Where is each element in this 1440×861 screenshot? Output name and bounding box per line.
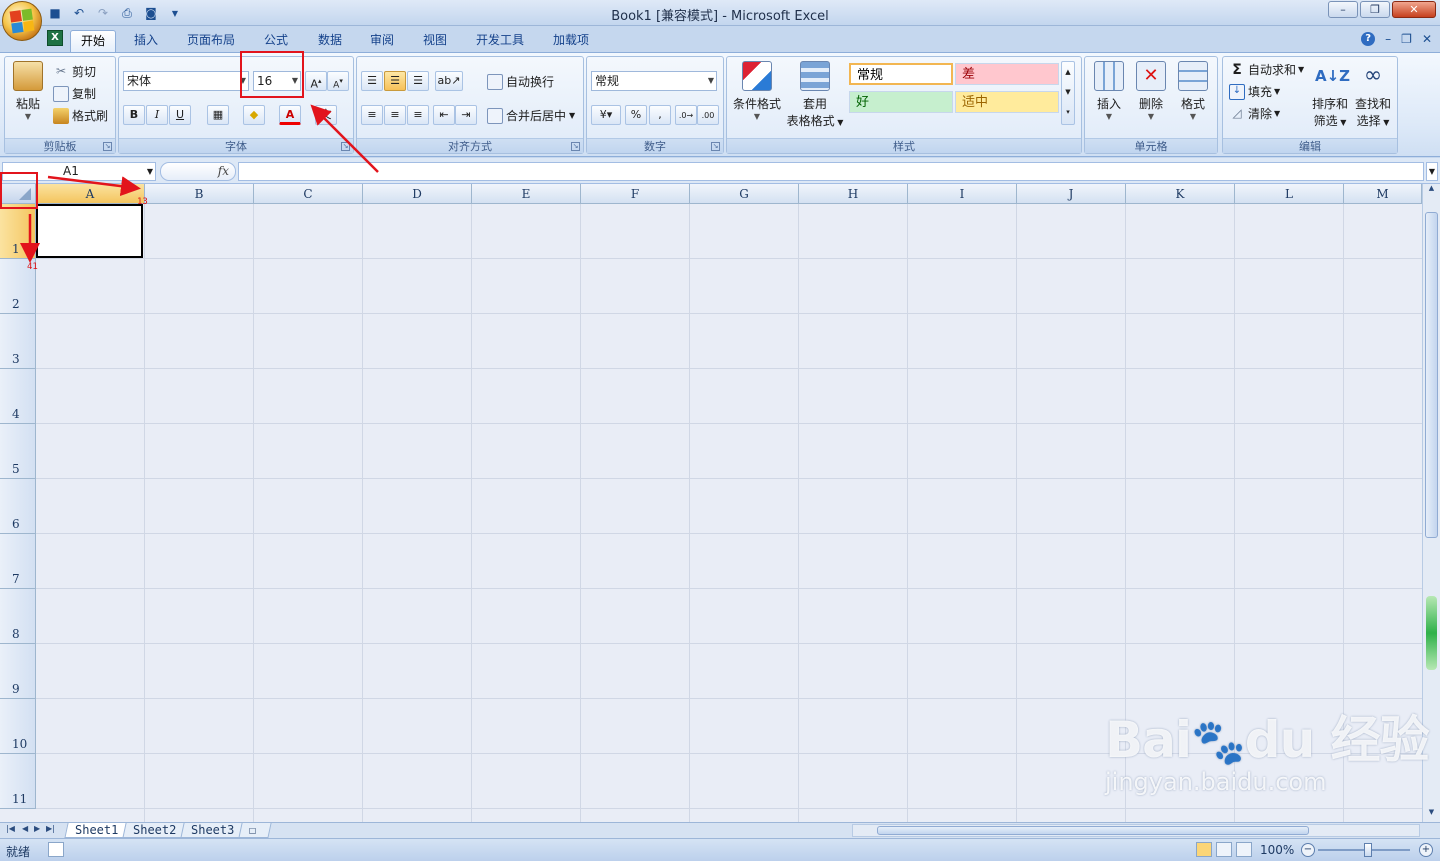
office-logo-icon (9, 8, 35, 34)
arrow-column-width (47, 175, 141, 197)
office-button[interactable] (2, 1, 42, 41)
arrow-to-font-size (310, 104, 379, 173)
baidu-jingyan-watermark: Bai🐾du 经验 jingyan.baidu.com (1105, 711, 1430, 796)
